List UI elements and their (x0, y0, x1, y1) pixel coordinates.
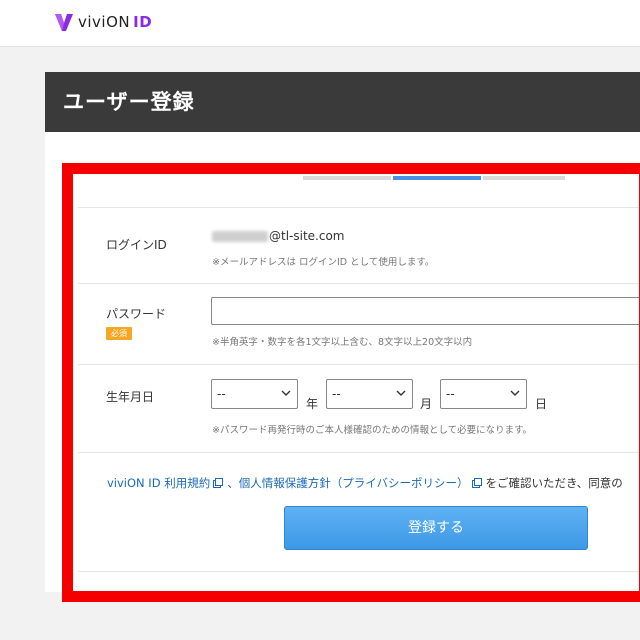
agreement-text: viviON ID 利用規約 、個人情報保護方針（プライバシーポリシー） をご確認い… (107, 475, 623, 491)
year-unit: 年 (306, 397, 319, 411)
chevron-down-icon (281, 390, 291, 396)
divider (78, 207, 640, 208)
birth-month-value: -- (332, 387, 341, 401)
chevron-down-icon (396, 390, 406, 396)
day-unit: 日 (535, 397, 548, 411)
birth-day-select[interactable]: -- (440, 379, 527, 409)
birthdate-label: 生年月日 (106, 390, 155, 404)
step-3 (483, 176, 565, 180)
privacy-policy-link[interactable]: 個人情報保護方針（プライバシーポリシー） (239, 476, 469, 490)
chevron-down-icon (510, 390, 520, 396)
vivion-logo[interactable]: viviON ID (54, 10, 152, 34)
password-note: ※半角英字・数字を各1文字以上含む、8文字以上20文字以内 (212, 337, 473, 348)
top-navbar: viviON ID (0, 0, 640, 47)
divider (78, 571, 640, 572)
login-id-note: ※メールアドレスは ログインID として使用します。 (212, 257, 435, 268)
agreement-tail: をご確認いただき、同意の (485, 476, 623, 490)
birth-year-select[interactable]: -- (211, 379, 298, 409)
page-title-bar: ユーザー登録 (45, 72, 640, 132)
password-input[interactable] (211, 297, 640, 325)
agreement-separator: 、 (227, 476, 239, 490)
password-label: パスワード (106, 307, 167, 321)
logo-id: ID (133, 13, 153, 31)
step-2-current (393, 176, 481, 180)
month-unit: 月 (420, 397, 433, 411)
birth-day-value: -- (446, 387, 455, 401)
vivion-logo-icon (55, 14, 73, 31)
login-id-domain: @tl-site.com (269, 229, 345, 243)
register-button[interactable]: 登録する (284, 506, 588, 550)
divider (78, 452, 640, 453)
divider (78, 364, 640, 365)
login-id-value: @tl-site.com (212, 229, 345, 243)
external-link-icon (471, 478, 482, 488)
logo-name: viviON (78, 13, 131, 31)
progress-steps (303, 176, 565, 180)
birth-month-select[interactable]: -- (326, 379, 413, 409)
page-title: ユーザー登録 (63, 90, 195, 114)
step-1 (303, 176, 391, 180)
required-badge: 必須 (106, 327, 132, 340)
terms-link[interactable]: viviON ID 利用規約 (107, 476, 210, 490)
birth-year-value: -- (217, 387, 226, 401)
birthdate-note: ※パスワード再発行時のご本人様確認のための情報として必要になります。 (212, 425, 533, 436)
divider (78, 283, 640, 284)
redacted-text (212, 230, 268, 242)
login-id-label: ログインID (106, 238, 167, 252)
external-link-icon (213, 478, 224, 488)
